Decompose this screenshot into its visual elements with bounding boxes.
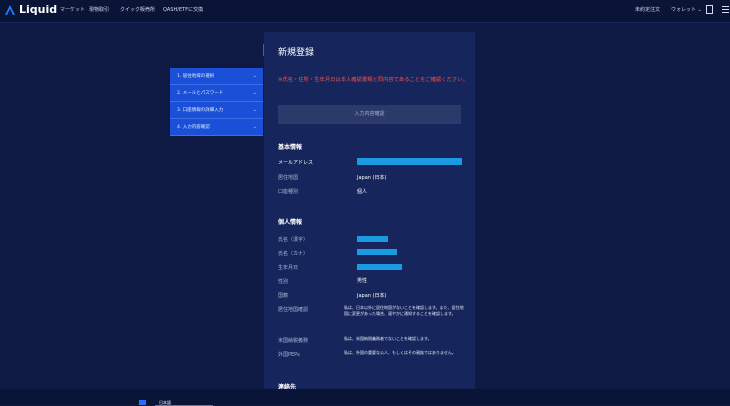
warning-text: ※氏名・住所・生年月日は本人確認書類と同内容であることをご確認ください。 <box>278 77 468 83</box>
registration-steps: 1. 居住地域の選択 ⌄ 2. メールとパスワード ⌄ 3. 口座情報の詳細入力 ⌄ … <box>170 68 263 136</box>
gender-value: 男性 <box>357 278 368 284</box>
language-label: 日本語 <box>159 400 171 405</box>
nationality-label: 国籍 <box>278 293 289 299</box>
wallet-label: ウォレット <box>671 7 697 13</box>
chevron-down-icon: ⌄ <box>697 7 702 13</box>
basic-info-heading: 基本情報 <box>278 144 303 151</box>
personal-info-heading: 個人情報 <box>278 219 303 226</box>
menu-icon[interactable] <box>722 6 729 15</box>
residence-confirm-label: 居住地国確認 <box>278 307 309 313</box>
nav-spot-trading[interactable]: 現物取引 <box>89 6 109 13</box>
foreign-peps-label: 外国PEPs <box>278 352 300 358</box>
step-residence[interactable]: 1. 居住地域の選択 ⌄ <box>170 68 263 85</box>
step-confirm[interactable]: 4. 入力内容確認 ⌄ <box>170 119 263 136</box>
page-title: 新規登録 <box>278 48 315 58</box>
us-tax-text: 私は、米国納税義務者でないことを確認します。 <box>344 336 432 341</box>
nav-qash-swap[interactable]: QASH/ETFに交換 <box>163 6 203 13</box>
step-label: 4. 入力内容確認 <box>177 125 210 130</box>
top-bar: Liquid マーケット 現物取引 クイック販売所 QASH/ETFに交換 未約… <box>0 0 730 23</box>
residence-label: 居住地国 <box>278 175 299 181</box>
residence-value: Japan (日本) <box>357 175 387 181</box>
step-email-password[interactable]: 2. メールとパスワード ⌄ <box>170 85 263 102</box>
step-account-details[interactable]: 3. 口座情報の詳細入力 ⌄ <box>170 102 263 119</box>
nav-open-orders[interactable]: 未約定注文 <box>635 6 660 13</box>
logo[interactable]: Liquid <box>4 3 57 16</box>
registration-panel: 新規登録 ※氏名・住所・生年月日は本人確認書類と同内容であることをご確認ください… <box>264 32 475 405</box>
nav-quick-exchange[interactable]: クイック販売所 <box>120 6 155 13</box>
chevron-down-icon: ⌄ <box>252 107 257 113</box>
document-icon[interactable] <box>706 5 713 14</box>
email-redacted <box>357 158 462 165</box>
birthdate-redacted <box>357 264 402 270</box>
logo-text: Liquid <box>19 3 58 16</box>
nav-wallet[interactable]: ウォレット ⌄ <box>671 6 702 13</box>
foreign-peps-text: 私は、外国の重要な公人、もしくはその親族ではありません。 <box>344 350 456 355</box>
step-label: 2. メールとパスワード <box>177 91 224 96</box>
residence-confirm-text: 私は、日本以外に居住地国がないことを確認します。また、居住地国に変更があった場合… <box>344 305 464 316</box>
nav-market[interactable]: マーケット <box>60 6 85 13</box>
us-tax-label: 米国納税義務 <box>278 338 309 344</box>
name-kana-label: 氏名（カナ） <box>278 251 309 257</box>
nationality-value: Japan (日本) <box>357 293 387 299</box>
footer: 日本語 <box>0 389 730 406</box>
liquid-logo-icon <box>5 4 15 15</box>
step-label: 1. 居住地域の選択 <box>177 74 215 79</box>
gender-label: 性別 <box>278 279 289 285</box>
chevron-down-icon: ⌄ <box>252 90 257 96</box>
email-label: メールアドレス <box>278 160 314 166</box>
name-kanji-redacted <box>357 236 388 242</box>
birthdate-label: 生年月日 <box>278 265 299 271</box>
account-type-value: 個人 <box>357 189 368 195</box>
name-kanji-label: 氏名（漢字） <box>278 237 309 243</box>
account-type-label: 口座種別 <box>278 189 299 195</box>
name-kana-redacted <box>357 249 397 255</box>
chevron-down-icon: ⌄ <box>252 124 257 130</box>
chevron-down-icon: ⌄ <box>252 73 257 79</box>
confirm-input-button[interactable]: 入力内容確認 <box>278 105 461 124</box>
language-icon <box>139 400 146 405</box>
step-label: 3. 口座情報の詳細入力 <box>177 108 224 113</box>
